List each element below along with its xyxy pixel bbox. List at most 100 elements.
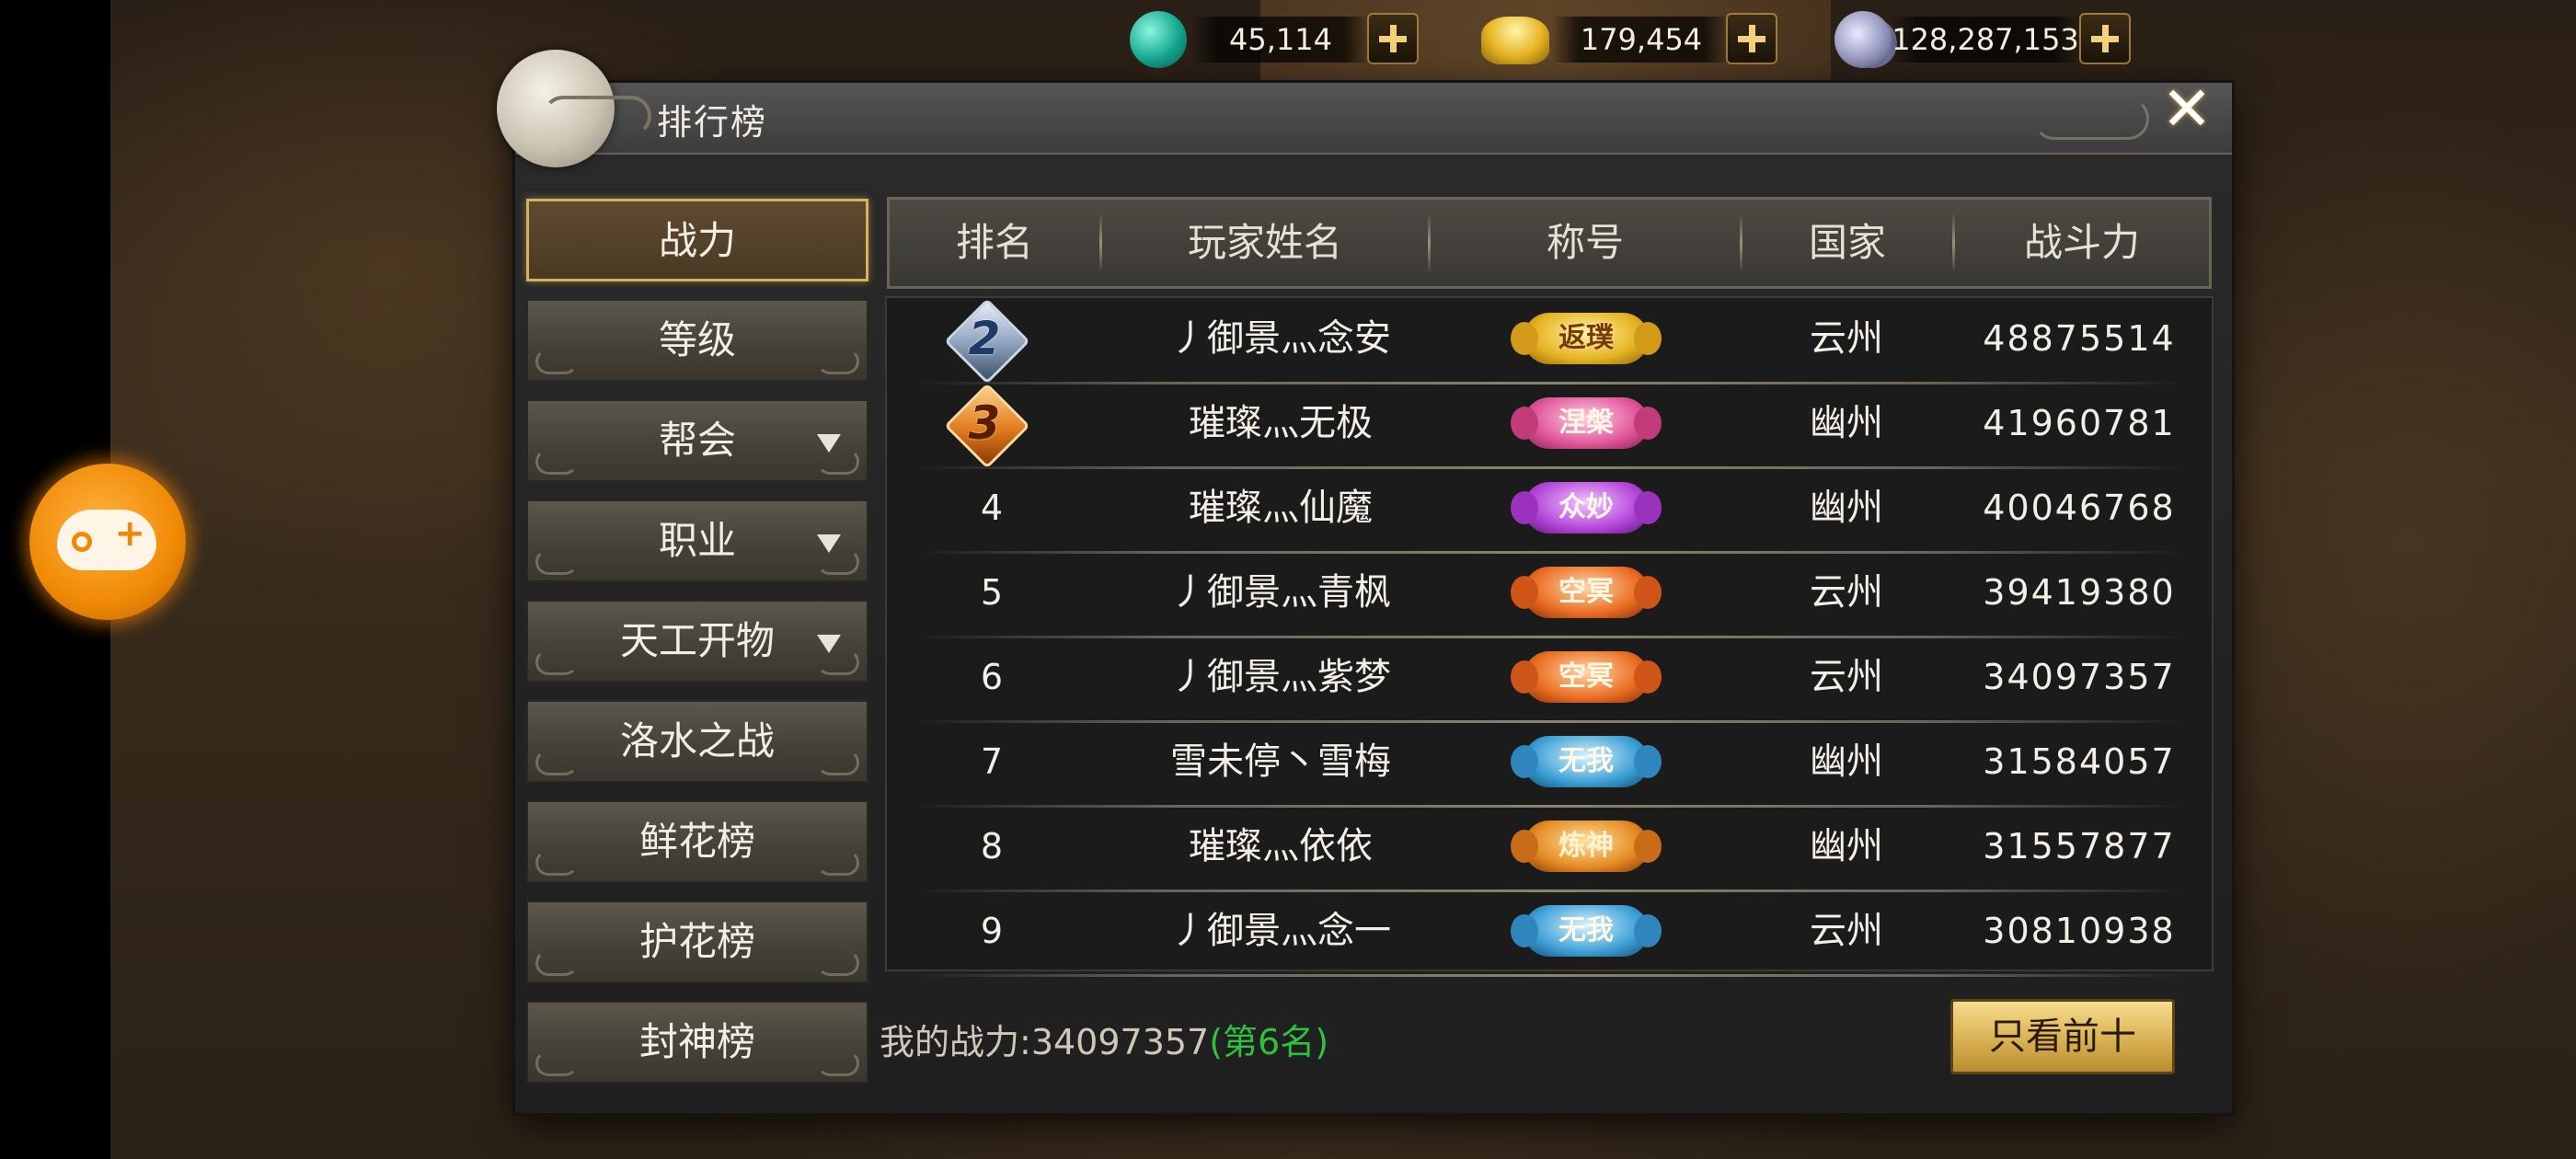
swirl-decoration (535, 449, 578, 475)
gamepad-assistant-button[interactable] (29, 464, 186, 620)
name-cell: 丿御景灬紫梦 (1170, 656, 1391, 698)
table-row[interactable]: 2 丿御景灬念安 云州 48875514 返璞 (887, 298, 2212, 384)
title-badge: 空冥 (1511, 651, 1662, 703)
header-country: 国家 (1808, 220, 1886, 265)
dropdown-arrow-icon (817, 635, 841, 653)
swirl-decoration (535, 750, 578, 775)
swirl-decoration (817, 850, 859, 876)
tab-8[interactable]: 封神榜 (526, 1001, 868, 1084)
country-cell: 幽州 (1810, 825, 1883, 867)
rank-cell: 8 (980, 826, 1004, 866)
swirl-decoration (817, 950, 859, 976)
panel-titlebar: 排行榜 ✕ (497, 50, 2232, 167)
my-rank: (第6名) (1209, 1022, 1329, 1062)
add-jade-button[interactable] (1367, 13, 1419, 64)
title-badge: 空冥 (1511, 567, 1662, 618)
header-title: 称号 (1546, 220, 1624, 265)
currency-jade-value: 45,114 (1190, 17, 1371, 63)
swirl-decoration (817, 449, 859, 475)
add-silver-button[interactable] (2079, 13, 2131, 64)
rank-cell: 3 (968, 396, 1001, 450)
name-cell: 丿御景灬青枫 (1170, 571, 1391, 614)
country-cell: 云州 (1810, 910, 1883, 952)
show-top-ten-button[interactable]: 只看前十 (1950, 999, 2175, 1074)
country-cell: 云州 (1810, 656, 1883, 698)
cloud-decoration (543, 96, 651, 136)
tab-1[interactable]: 等级 (526, 299, 868, 382)
tab-label: 职业 (658, 518, 736, 563)
country-cell: 云州 (1810, 317, 1883, 360)
name-cell: 璀璨灬依依 (1189, 825, 1373, 867)
tab-7[interactable]: 护花榜 (526, 901, 868, 983)
swirl-decoration (817, 649, 859, 675)
header-power: 战斗力 (2023, 220, 2140, 265)
swirl-decoration (535, 649, 578, 675)
leaderboard-panel: 排行榜 ✕ 战力等级帮会职业天工开物洛水之战鲜花榜护花榜封神榜 排名 玩家姓名 … (497, 50, 2232, 1113)
title-badge: 无我 (1511, 736, 1662, 787)
currency-silver-value: 128,287,153 (1890, 17, 2081, 63)
swirl-decoration (817, 549, 859, 575)
currency-gold: 179,454 (1481, 9, 1794, 70)
dropdown-arrow-icon (817, 434, 841, 453)
currency-gold-value: 179,454 (1551, 17, 1731, 63)
power-cell: 31557877 (1983, 826, 2176, 866)
tab-2[interactable]: 帮会 (526, 399, 868, 482)
table-row[interactable]: 8 璀璨灬依依 幽州 31557877 炼神 (887, 806, 2212, 892)
rank-cell: 9 (980, 911, 1004, 951)
swirl-decoration (535, 349, 578, 374)
name-cell: 璀璨灬仙魔 (1189, 487, 1373, 529)
my-power-label: 我的战力: (880, 1022, 1031, 1062)
header-rank: 排名 (955, 220, 1033, 265)
power-cell: 34097357 (1983, 657, 2176, 697)
add-gold-button[interactable] (1726, 13, 1777, 64)
table-header: 排名 玩家姓名 称号 国家 战斗力 (887, 197, 2212, 289)
gold-ingot-icon (1481, 17, 1549, 64)
tab-0[interactable]: 战力 (526, 199, 868, 281)
tab-label: 封神榜 (638, 1019, 755, 1064)
swirl-decoration (535, 950, 578, 976)
swirl-decoration (535, 850, 578, 876)
tab-label: 等级 (658, 317, 736, 362)
cloud-decoration-right (2033, 98, 2149, 140)
power-cell: 41960781 (1983, 403, 2176, 443)
table-row[interactable]: 5 丿御景灬青枫 云州 39419380 空冥 (887, 552, 2212, 638)
title-badge: 返璞 (1511, 313, 1662, 364)
close-icon[interactable]: ✕ (2155, 77, 2219, 142)
tab-4[interactable]: 天工开物 (526, 600, 868, 683)
table-row[interactable]: 4 璀璨灬仙魔 幽州 40046768 众妙 (887, 467, 2212, 554)
power-cell: 30810938 (1983, 911, 2176, 951)
my-power-value: 34097357 (1030, 1022, 1210, 1062)
dropdown-arrow-icon (817, 534, 841, 553)
table-row[interactable]: 7 雪未停丶雪梅 幽州 31584057 无我 (887, 721, 2212, 808)
country-cell: 云州 (1810, 571, 1883, 614)
power-cell: 39419380 (1983, 572, 2176, 613)
name-cell: 雪未停丶雪梅 (1170, 740, 1391, 783)
name-cell: 丿御景灬念一 (1170, 910, 1391, 952)
rank-cell: 5 (980, 572, 1004, 613)
table-row[interactable]: 3 璀璨灬无极 幽州 41960781 涅槃 (887, 383, 2212, 469)
tab-label: 洛水之战 (619, 718, 775, 763)
panel-title: 排行榜 (657, 102, 768, 143)
table-row[interactable]: 9 丿御景灬念一 云州 30810938 无我 (887, 890, 2212, 977)
title-badge: 炼神 (1511, 820, 1662, 872)
gamepad-icon (57, 510, 156, 570)
tab-3[interactable]: 职业 (526, 499, 868, 582)
tab-6[interactable]: 鲜花榜 (526, 800, 868, 883)
tab-label: 护花榜 (638, 919, 755, 964)
header-player-name: 玩家姓名 (1187, 220, 1342, 265)
table-row[interactable]: 6 丿御景灬紫梦 云州 34097357 空冥 (887, 637, 2212, 723)
silver-coin-icon (1834, 11, 1892, 68)
title-badge: 众妙 (1511, 482, 1662, 534)
ranking-table[interactable]: 2 丿御景灬念安 云州 48875514 返璞 3 璀璨灬无极 幽州 41960781 涅槃 4 璀璨… (885, 296, 2214, 977)
tab-5[interactable]: 洛水之战 (526, 700, 868, 783)
tab-label: 帮会 (658, 418, 736, 463)
rank-cell: 7 (980, 741, 1004, 782)
swirl-decoration (535, 549, 578, 575)
swirl-decoration (817, 349, 859, 374)
name-cell: 丿御景灬念安 (1170, 317, 1391, 360)
power-cell: 31584057 (1983, 741, 2176, 782)
country-cell: 幽州 (1810, 487, 1883, 529)
swirl-decoration (817, 1050, 859, 1076)
name-cell: 璀璨灬无极 (1189, 402, 1373, 444)
swirl-decoration (817, 750, 859, 775)
